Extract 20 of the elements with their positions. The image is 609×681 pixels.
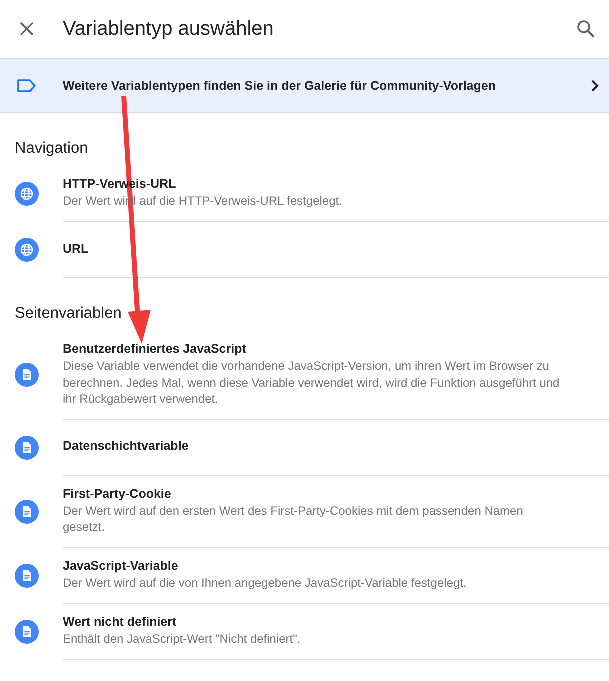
gallery-banner[interactable]: Weitere Variablentypen finden Sie in der Galerie für Community-Vorlagen — [0, 58, 609, 113]
document-icon — [15, 564, 39, 588]
search-icon[interactable] — [577, 20, 595, 38]
variable-type-item[interactable]: JavaScript-Variable Der Wert wird auf die von Ihnen angegebene JavaScript-Variable festgelegt. — [63, 548, 609, 604]
document-icon — [15, 620, 39, 644]
document-icon — [15, 500, 39, 524]
dialog-title: Variablentyp auswählen — [63, 18, 275, 40]
variable-type-item[interactable]: Datenschichtvariable — [63, 420, 609, 476]
variable-type-item[interactable]: Wert nicht definiert Enthält den JavaScript-Wert "Nicht definiert". — [63, 604, 609, 660]
globe-icon — [15, 182, 39, 206]
chevron-right-icon — [591, 80, 599, 92]
globe-icon — [15, 238, 39, 262]
variable-type-item[interactable]: URL — [63, 222, 609, 278]
variable-type-item[interactable]: First-Party-Cookie Der Wert wird auf den ersten Wert des First-Party-Cookies mit dem passenden Namen gesetzt. — [63, 476, 609, 548]
section-heading: Navigation — [15, 140, 90, 158]
document-icon — [15, 436, 39, 460]
section-heading: Seitenvariablen — [15, 305, 123, 323]
document-icon — [15, 363, 39, 388]
tag-icon — [17, 78, 37, 92]
close-icon[interactable] — [20, 22, 34, 36]
